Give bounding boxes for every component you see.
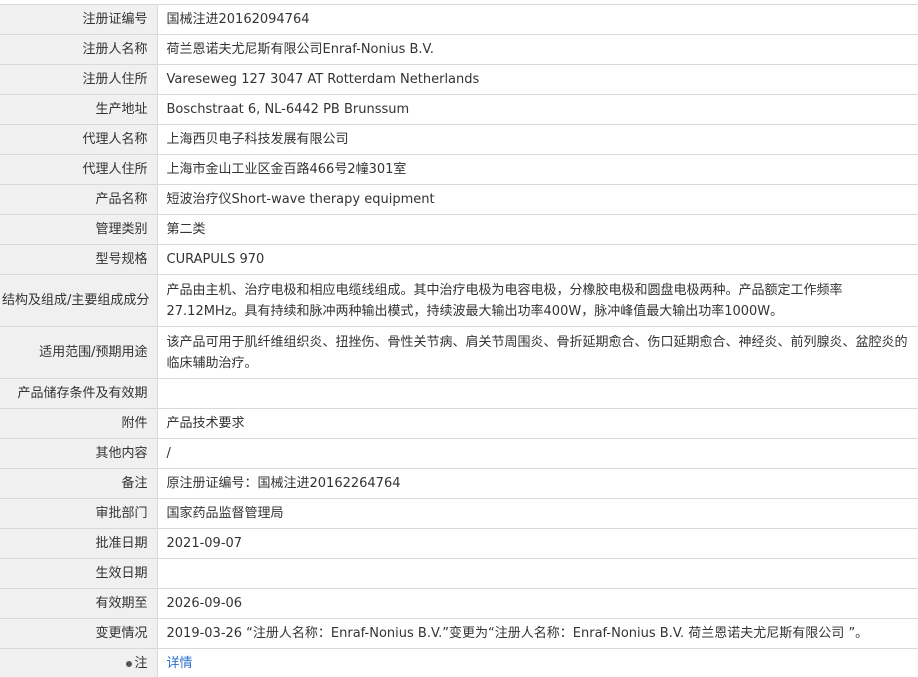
details-link[interactable]: 详情 — [167, 656, 193, 671]
row-product-name: 产品名称 短波治疗仪Short-wave therapy equipment — [0, 184, 918, 215]
row-value: 2019-03-26 “注册人名称：Enraf-Nonius B.V.”变更为“… — [157, 618, 918, 649]
row-value: 国械注进20162094764 — [157, 4, 918, 35]
row-label: 审批部门 — [0, 498, 158, 529]
row-label: 注册人名称 — [0, 34, 158, 65]
row-value: 产品技术要求 — [157, 408, 918, 439]
row-model-spec: 型号规格 CURAPULS 970 — [0, 244, 918, 275]
row-value: CURAPULS 970 — [157, 244, 918, 275]
row-label: 其他内容 — [0, 438, 158, 469]
row-value: 短波治疗仪Short-wave therapy equipment — [157, 184, 918, 215]
row-label: 变更情况 — [0, 618, 158, 649]
row-value: 产品由主机、治疗电极和相应电缆线组成。其中治疗电极为电容电极，分橡胶电极和圆盘电… — [157, 274, 918, 327]
row-label: 代理人住所 — [0, 154, 158, 185]
row-value: 2021-09-07 — [157, 528, 918, 559]
row-label: 适用范围/预期用途 — [0, 326, 158, 379]
row-approval-date: 批准日期 2021-09-07 — [0, 528, 918, 559]
row-valid-until: 有效期至 2026-09-06 — [0, 588, 918, 619]
row-registrant-address: 注册人住所 Vareseweg 127 3047 AT Rotterdam Ne… — [0, 64, 918, 95]
row-agent-address: 代理人住所 上海市金山工业区金百路466号2幢301室 — [0, 154, 918, 185]
row-label: 生产地址 — [0, 94, 158, 125]
row-value: 该产品可用于肌纤维组织炎、扭挫伤、骨性关节病、肩关节周围炎、骨折延期愈合、伤口延… — [157, 326, 918, 379]
row-value: / — [157, 438, 918, 469]
row-intended-use: 适用范围/预期用途 该产品可用于肌纤维组织炎、扭挫伤、骨性关节病、肩关节周围炎、… — [0, 326, 918, 379]
note-label: 注 — [134, 656, 148, 672]
row-value: 第二类 — [157, 214, 918, 245]
row-agent-name: 代理人名称 上海西贝电子科技发展有限公司 — [0, 124, 918, 155]
row-label: 注册证编号 — [0, 4, 158, 35]
row-label: 批准日期 — [0, 528, 158, 559]
row-value: 详情 — [157, 648, 918, 677]
bullet-icon — [126, 660, 133, 667]
row-value: Vareseweg 127 3047 AT Rotterdam Netherla… — [157, 64, 918, 95]
row-change-history: 变更情况 2019-03-26 “注册人名称：Enraf-Nonius B.V.… — [0, 618, 918, 649]
row-value: 上海西贝电子科技发展有限公司 — [157, 124, 918, 155]
row-label: 管理类别 — [0, 214, 158, 245]
row-value: 原注册证编号：国械注进20162264764 — [157, 468, 918, 499]
row-value — [157, 378, 918, 409]
row-label: 生效日期 — [0, 558, 158, 589]
row-value: 上海市金山工业区金百路466号2幢301室 — [157, 154, 918, 185]
row-effective-date: 生效日期 — [0, 558, 918, 589]
row-label: 附件 — [0, 408, 158, 439]
row-registrant-name: 注册人名称 荷兰恩诺夫尤尼斯有限公司Enraf-Nonius B.V. — [0, 34, 918, 65]
row-value: 国家药品监督管理局 — [157, 498, 918, 529]
row-label: 产品储存条件及有效期 — [0, 378, 158, 409]
row-label: 备注 — [0, 468, 158, 499]
row-label: 型号规格 — [0, 244, 158, 275]
registration-info-table: 注册证编号 国械注进20162094764 注册人名称 荷兰恩诺夫尤尼斯有限公司… — [0, 4, 918, 677]
row-value: 2026-09-06 — [157, 588, 918, 619]
row-other-content: 其他内容 / — [0, 438, 918, 469]
row-label: 结构及组成/主要组成成分 — [0, 274, 158, 327]
row-management-category: 管理类别 第二类 — [0, 214, 918, 245]
row-label: 注册人住所 — [0, 64, 158, 95]
row-production-address: 生产地址 Boschstraat 6, NL-6442 PB Brunssum — [0, 94, 918, 125]
row-label: 注 — [0, 648, 158, 677]
row-approval-department: 审批部门 国家药品监督管理局 — [0, 498, 918, 529]
row-label: 有效期至 — [0, 588, 158, 619]
row-value: Boschstraat 6, NL-6442 PB Brunssum — [157, 94, 918, 125]
row-label: 代理人名称 — [0, 124, 158, 155]
row-label: 产品名称 — [0, 184, 158, 215]
row-remarks: 备注 原注册证编号：国械注进20162264764 — [0, 468, 918, 499]
row-registration-number: 注册证编号 国械注进20162094764 — [0, 4, 918, 35]
row-value — [157, 558, 918, 589]
row-attachment: 附件 产品技术要求 — [0, 408, 918, 439]
row-note: 注 详情 — [0, 648, 918, 677]
row-value: 荷兰恩诺夫尤尼斯有限公司Enraf-Nonius B.V. — [157, 34, 918, 65]
row-storage-conditions: 产品储存条件及有效期 — [0, 378, 918, 409]
row-structure-composition: 结构及组成/主要组成成分 产品由主机、治疗电极和相应电缆线组成。其中治疗电极为电… — [0, 274, 918, 327]
